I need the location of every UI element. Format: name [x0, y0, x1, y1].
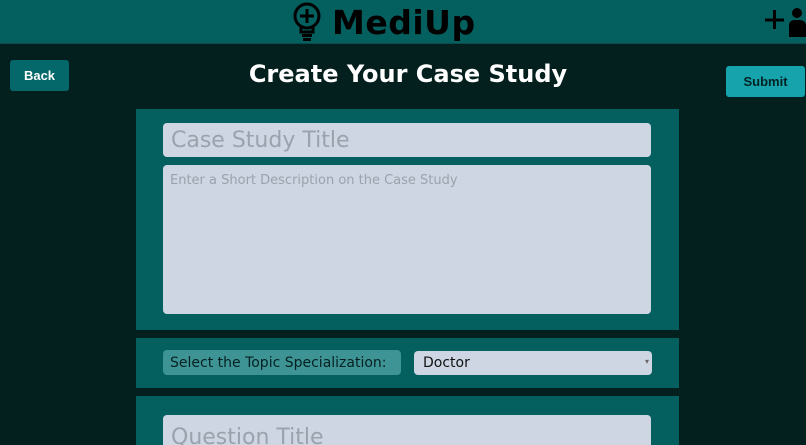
topic-selected-value: Doctor: [423, 355, 470, 371]
question-panel: [136, 396, 679, 445]
page-title: Create Your Case Study: [248, 60, 568, 88]
case-study-description-input[interactable]: [163, 165, 651, 314]
topic-specialization-select[interactable]: Doctor ▾: [414, 351, 652, 375]
topic-specialization-panel: Select the Topic Specialization: Doctor …: [136, 338, 679, 388]
top-bar: MediUp: [0, 0, 806, 44]
topic-specialization-label: Select the Topic Specialization:: [163, 350, 401, 375]
add-user-icon[interactable]: [765, 7, 806, 37]
back-button[interactable]: Back: [10, 60, 69, 91]
case-study-details-panel: [136, 109, 679, 330]
case-study-title-input[interactable]: [163, 123, 651, 157]
chevron-down-icon: ▾: [644, 357, 649, 366]
question-title-input[interactable]: [163, 415, 651, 445]
brand-logo[interactable]: MediUp: [290, 0, 476, 44]
submit-button[interactable]: Submit: [726, 66, 805, 97]
brand-name: MediUp: [332, 2, 476, 42]
lightbulb-plus-icon: [293, 2, 321, 41]
